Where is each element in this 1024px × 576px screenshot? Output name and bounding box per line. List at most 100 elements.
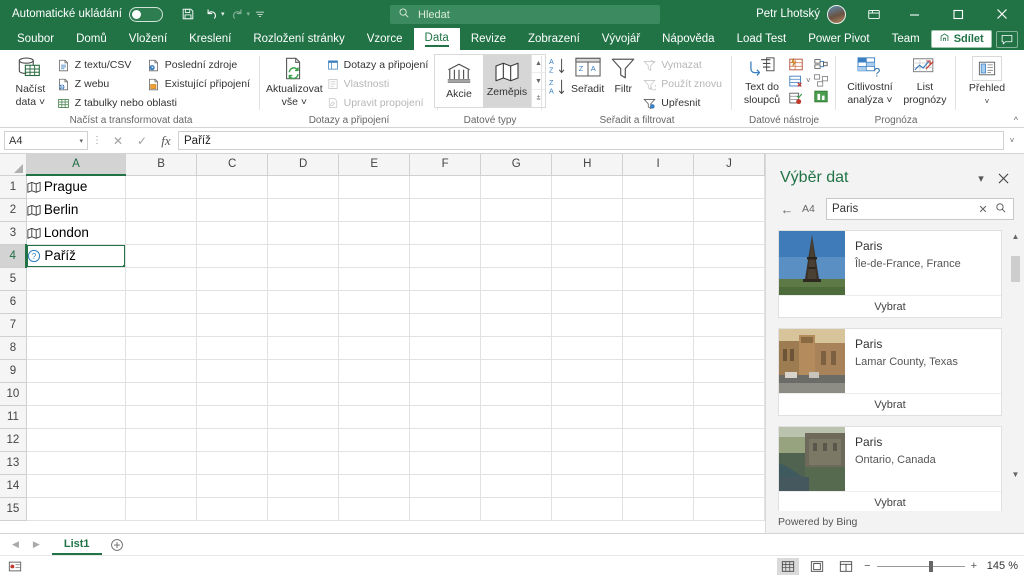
- cell-f14[interactable]: [409, 474, 482, 498]
- record-macro-icon[interactable]: [6, 558, 24, 574]
- sort-ascending-icon[interactable]: AZ: [548, 57, 568, 75]
- cell-e15[interactable]: [338, 497, 411, 521]
- get-data-button[interactable]: Načíst data ˅: [8, 54, 53, 108]
- data-validation-icon[interactable]: [788, 91, 804, 106]
- redo-dropdown-icon[interactable]: ▾: [246, 10, 250, 18]
- cell-f10[interactable]: [409, 382, 482, 406]
- cell-h6[interactable]: [551, 290, 624, 314]
- cell-h9[interactable]: [551, 359, 624, 383]
- cell-i10[interactable]: [622, 382, 695, 406]
- page-layout-view-icon[interactable]: [806, 558, 828, 575]
- cell-j13[interactable]: [693, 451, 765, 475]
- cell-i14[interactable]: [622, 474, 695, 498]
- cell-c10[interactable]: [196, 382, 269, 406]
- cell-e8[interactable]: [338, 336, 411, 360]
- cell-f12[interactable]: [409, 428, 482, 452]
- cell-i13[interactable]: [622, 451, 695, 475]
- column-header-c[interactable]: C: [196, 154, 269, 176]
- manage-data-model-icon[interactable]: [813, 89, 829, 104]
- list-item[interactable]: Paris Ontario, Canada Vybrat: [778, 426, 1002, 511]
- cell-a14[interactable]: [26, 474, 127, 498]
- cell-b9[interactable]: [125, 359, 198, 383]
- cell-e4[interactable]: [338, 244, 411, 268]
- cell-d12[interactable]: [267, 428, 340, 452]
- cell-f6[interactable]: [409, 290, 482, 314]
- cell-d13[interactable]: [267, 451, 340, 475]
- tab-revize[interactable]: Revize: [460, 28, 517, 50]
- zoom-out-icon[interactable]: −: [864, 560, 870, 572]
- confirm-icon[interactable]: ✓: [130, 131, 154, 151]
- cell-a3[interactable]: London: [26, 221, 127, 245]
- previous-sheet-icon[interactable]: ◀: [12, 539, 19, 550]
- cell-d15[interactable]: [267, 497, 340, 521]
- normal-view-icon[interactable]: [777, 557, 800, 575]
- cell-c15[interactable]: [196, 497, 269, 521]
- add-sheet-icon[interactable]: [102, 534, 132, 555]
- cell-a13[interactable]: [26, 451, 127, 475]
- cell-g7[interactable]: [480, 313, 553, 337]
- cell-h7[interactable]: [551, 313, 624, 337]
- name-box[interactable]: A4 ▾: [4, 131, 88, 150]
- relationships-icon[interactable]: [813, 73, 829, 87]
- restore-icon[interactable]: [936, 0, 980, 28]
- cell-j9[interactable]: [693, 359, 765, 383]
- cell-c5[interactable]: [196, 267, 269, 291]
- clear-filter-button[interactable]: Vymazat: [641, 56, 726, 74]
- cell-c6[interactable]: [196, 290, 269, 314]
- cell-i2[interactable]: [622, 198, 695, 222]
- cell-b15[interactable]: [125, 497, 198, 521]
- cell-i7[interactable]: [622, 313, 695, 337]
- cell-d5[interactable]: [267, 267, 340, 291]
- cell-e11[interactable]: [338, 405, 411, 429]
- cell-b11[interactable]: [125, 405, 198, 429]
- outline-dropdown-icon[interactable]: ˅: [985, 96, 990, 107]
- cell-i9[interactable]: [622, 359, 695, 383]
- row-header-4[interactable]: 4: [0, 244, 28, 268]
- tab-load-test[interactable]: Load Test: [726, 28, 798, 50]
- worksheet-grid[interactable]: A B C D E F G H I J 1 Prague 2 Berlin 3 …: [0, 154, 765, 533]
- redo-icon[interactable]: [226, 3, 248, 25]
- minimize-icon[interactable]: [892, 0, 936, 28]
- cell-d10[interactable]: [267, 382, 340, 406]
- cell-i6[interactable]: [622, 290, 695, 314]
- recent-sources-button[interactable]: Poslední zdroje: [145, 56, 254, 74]
- cell-a8[interactable]: [26, 336, 127, 360]
- avatar[interactable]: [827, 4, 846, 24]
- user-name[interactable]: Petr Lhotský: [756, 8, 820, 20]
- scroll-up-icon[interactable]: ▲: [1009, 230, 1022, 243]
- advanced-filter-button[interactable]: Upřesnit: [641, 94, 726, 112]
- cell-f9[interactable]: [409, 359, 482, 383]
- cell-h13[interactable]: [551, 451, 624, 475]
- tab-power-pivot[interactable]: Power Pivot: [797, 28, 880, 50]
- row-header-13[interactable]: 13: [0, 451, 27, 475]
- cell-e3[interactable]: [338, 221, 411, 245]
- row-header-1[interactable]: 1: [0, 175, 27, 199]
- cell-c2[interactable]: [196, 198, 269, 222]
- cell-j4[interactable]: [693, 244, 765, 268]
- cell-g13[interactable]: [480, 451, 553, 475]
- cell-e2[interactable]: [338, 198, 411, 222]
- column-header-g[interactable]: G: [480, 154, 553, 176]
- column-header-d[interactable]: D: [267, 154, 340, 176]
- column-header-i[interactable]: I: [622, 154, 695, 176]
- tab-rozlozeni-stranky[interactable]: Rozložení stránky: [242, 28, 355, 50]
- scrollbar-thumb[interactable]: [1011, 256, 1020, 282]
- clear-search-icon[interactable]: ✕: [976, 203, 990, 216]
- what-if-analysis-button[interactable]: ? Citlivostní analýza ˅: [842, 54, 898, 106]
- cell-a7[interactable]: [26, 313, 127, 337]
- search-box[interactable]: Hledat: [390, 5, 660, 24]
- back-arrow-icon[interactable]: ←: [778, 202, 796, 217]
- row-header-2[interactable]: 2: [0, 198, 27, 222]
- cell-g4[interactable]: [480, 244, 553, 268]
- edit-links-button[interactable]: Upravit propojení: [325, 94, 433, 112]
- cell-h14[interactable]: [551, 474, 624, 498]
- data-tools-dropdown-icon[interactable]: ˅: [806, 54, 811, 85]
- row-header-14[interactable]: 14: [0, 474, 27, 498]
- cell-h12[interactable]: [551, 428, 624, 452]
- sheet-tab-list1[interactable]: List1: [51, 534, 102, 555]
- autosave-toggle[interactable]: [128, 6, 163, 22]
- cell-a9[interactable]: [26, 359, 127, 383]
- column-header-j[interactable]: J: [693, 154, 765, 176]
- reapply-button[interactable]: Použít znovu: [641, 75, 726, 93]
- cell-d11[interactable]: [267, 405, 340, 429]
